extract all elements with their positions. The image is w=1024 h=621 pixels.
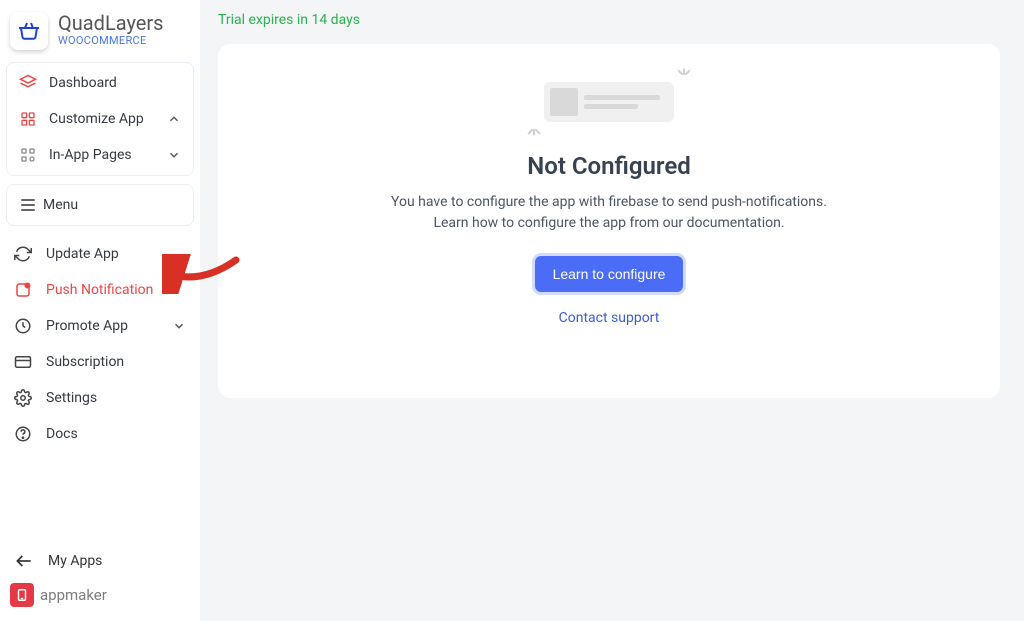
sidebar-item-customize[interactable]: Customize App bbox=[7, 101, 193, 137]
layers-icon bbox=[19, 74, 37, 92]
panel-title: Not Configured bbox=[238, 152, 980, 180]
brand-logo bbox=[10, 12, 48, 50]
spark-icon bbox=[526, 116, 542, 136]
nav-group-menu: Menu bbox=[6, 184, 194, 226]
help-icon bbox=[14, 425, 32, 443]
brand-block: QuadLayers WOOCOMMERCE bbox=[0, 0, 200, 58]
my-apps-link[interactable]: My Apps bbox=[0, 543, 200, 579]
not-configured-panel: Not Configured You have to configure the… bbox=[218, 44, 1000, 398]
sidebar-item-label: Customize App bbox=[49, 111, 167, 127]
notification-icon bbox=[14, 281, 32, 299]
nav-group-main: Dashboard Customize App In-App Pages bbox=[6, 62, 194, 176]
sidebar-item-dashboard[interactable]: Dashboard bbox=[7, 65, 193, 101]
refresh-icon bbox=[14, 245, 32, 263]
appmaker-label: appmaker bbox=[40, 586, 107, 604]
sidebar-item-label: Promote App bbox=[46, 318, 172, 334]
main-content: Trial expires in 14 days Not Configured … bbox=[200, 0, 1024, 621]
sidebar-item-subscription[interactable]: Subscription bbox=[0, 344, 200, 380]
panel-desc-line1: You have to configure the app with fireb… bbox=[238, 192, 980, 213]
panel-desc-line2: Learn how to configure the app from our … bbox=[238, 213, 980, 234]
grid-icon bbox=[19, 110, 37, 128]
spark-icon bbox=[676, 68, 692, 88]
arrow-left-icon bbox=[14, 551, 34, 571]
nav-plain-list: Update App Push Notification Promote App bbox=[0, 236, 200, 452]
appmaker-brand: appmaker bbox=[0, 579, 200, 611]
sidebar-item-settings[interactable]: Settings bbox=[0, 380, 200, 416]
clock-icon bbox=[14, 317, 32, 335]
gear-icon bbox=[14, 389, 32, 407]
chevron-down-icon bbox=[167, 148, 181, 162]
sidebar-item-label: Settings bbox=[46, 390, 97, 406]
placeholder-illustration bbox=[544, 82, 674, 122]
sidebar: QuadLayers WOOCOMMERCE Dashboard Customi… bbox=[0, 0, 200, 621]
hamburger-icon bbox=[21, 199, 35, 211]
sidebar-item-promote-app[interactable]: Promote App bbox=[0, 308, 200, 344]
brand-title: QuadLayers bbox=[58, 12, 164, 35]
appmaker-icon bbox=[10, 583, 34, 607]
sidebar-item-update-app[interactable]: Update App bbox=[0, 236, 200, 272]
sidebar-item-label: Dashboard bbox=[49, 75, 181, 91]
sidebar-item-label: Menu bbox=[43, 197, 78, 213]
brand-subtitle: WOOCOMMERCE bbox=[58, 35, 164, 48]
apps-icon bbox=[19, 146, 37, 164]
learn-to-configure-button[interactable]: Learn to configure bbox=[535, 256, 684, 292]
chevron-down-icon bbox=[172, 319, 186, 333]
card-icon bbox=[14, 353, 32, 371]
sidebar-item-label: Subscription bbox=[46, 354, 124, 370]
sidebar-item-menu[interactable]: Menu bbox=[7, 187, 193, 223]
sidebar-item-label: In-App Pages bbox=[49, 147, 167, 163]
sidebar-item-docs[interactable]: Docs bbox=[0, 416, 200, 452]
sidebar-item-push-notification[interactable]: Push Notification bbox=[0, 272, 200, 308]
sidebar-item-label: Push Notification bbox=[46, 282, 153, 298]
sidebar-item-inapp-pages[interactable]: In-App Pages bbox=[7, 137, 193, 173]
sidebar-item-label: Update App bbox=[46, 246, 119, 262]
my-apps-label: My Apps bbox=[48, 553, 102, 569]
basket-icon bbox=[17, 19, 41, 43]
trial-banner: Trial expires in 14 days bbox=[218, 12, 1000, 28]
contact-support-link[interactable]: Contact support bbox=[238, 310, 980, 326]
chevron-up-icon bbox=[167, 112, 181, 126]
sidebar-item-label: Docs bbox=[46, 426, 78, 442]
sidebar-footer: My Apps appmaker bbox=[0, 535, 200, 621]
